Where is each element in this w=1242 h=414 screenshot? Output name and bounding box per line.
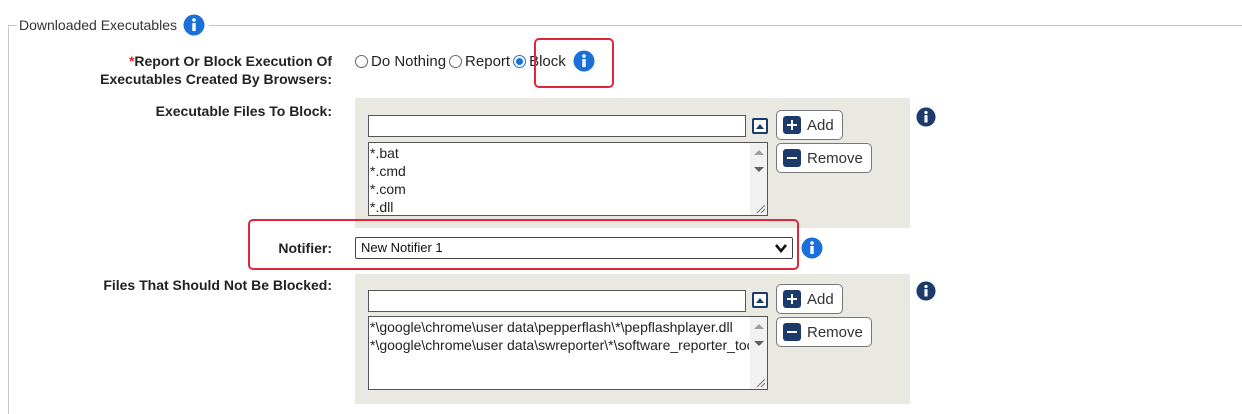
list-item[interactable]: *.bat <box>370 144 749 162</box>
resize-grip-icon[interactable] <box>755 203 765 213</box>
radio-circle-selected[interactable] <box>513 54 527 68</box>
move-up-icon[interactable] <box>752 118 768 134</box>
radio-label: Report <box>465 52 511 70</box>
remove-button-label: Remove <box>807 149 863 167</box>
block-files-list[interactable]: *.bat *.cmd *.com *.dll <box>368 142 768 216</box>
block-file-input[interactable] <box>368 115 746 137</box>
radio-circle[interactable] <box>355 54 368 68</box>
info-icon[interactable] <box>183 14 205 36</box>
list-item[interactable]: *\google\chrome\user data\swreporter\*\s… <box>370 336 749 354</box>
notifier-highlight <box>248 219 799 270</box>
allow-files-list[interactable]: *\google\chrome\user data\pepperflash\*\… <box>368 316 768 390</box>
section-title: Downloaded Executables <box>19 17 177 33</box>
radio-circle[interactable] <box>449 54 463 68</box>
fieldset-border-left <box>8 25 9 414</box>
list-item[interactable]: *.cmd <box>370 162 749 180</box>
block-files-label: Executable Files To Block: <box>155 103 332 119</box>
section-legend: Downloaded Executables <box>17 14 209 36</box>
remove-button-label: Remove <box>807 323 863 341</box>
info-icon[interactable] <box>801 237 823 259</box>
info-icon[interactable] <box>916 281 936 301</box>
list-item[interactable]: *.dll <box>370 198 749 215</box>
list-item[interactable]: *.com <box>370 180 749 198</box>
block-files-list-items: *.bat *.cmd *.com *.dll <box>370 144 749 215</box>
scroll-down-icon[interactable] <box>754 167 764 172</box>
scroll-up-icon[interactable] <box>754 324 764 329</box>
remove-block-file-button[interactable]: Remove <box>776 143 872 173</box>
radio-do-nothing[interactable]: Do Nothing <box>355 53 446 70</box>
minus-icon <box>783 149 801 167</box>
report-block-label-line2: Executables Created By Browsers: <box>100 71 332 87</box>
add-button-label: Add <box>807 290 834 308</box>
resize-grip-icon[interactable] <box>755 377 765 387</box>
radio-report[interactable]: Report <box>449 53 510 70</box>
move-up-icon[interactable] <box>752 292 768 308</box>
report-block-label-line1: Report Or Block Execution Of <box>134 53 332 69</box>
allow-files-label: Files That Should Not Be Blocked: <box>103 277 332 293</box>
remove-allow-file-button[interactable]: Remove <box>776 317 872 347</box>
info-icon[interactable] <box>916 107 936 127</box>
block-option-highlight <box>534 38 614 88</box>
plus-icon <box>783 116 801 134</box>
add-button-label: Add <box>807 116 834 134</box>
list-item[interactable]: *\google\chrome\user data\pepperflash\*\… <box>370 318 749 336</box>
allow-files-list-items: *\google\chrome\user data\pepperflash\*\… <box>370 318 749 389</box>
add-allow-file-button[interactable]: Add <box>776 284 843 314</box>
scroll-down-icon[interactable] <box>754 341 764 346</box>
minus-icon <box>783 323 801 341</box>
plus-icon <box>783 290 801 308</box>
scroll-up-icon[interactable] <box>754 150 764 155</box>
report-block-label: *Report Or Block Execution Of Executable… <box>100 52 332 88</box>
add-block-file-button[interactable]: Add <box>776 110 843 140</box>
radio-label: Do Nothing <box>371 52 447 70</box>
allow-file-input[interactable] <box>368 290 746 312</box>
